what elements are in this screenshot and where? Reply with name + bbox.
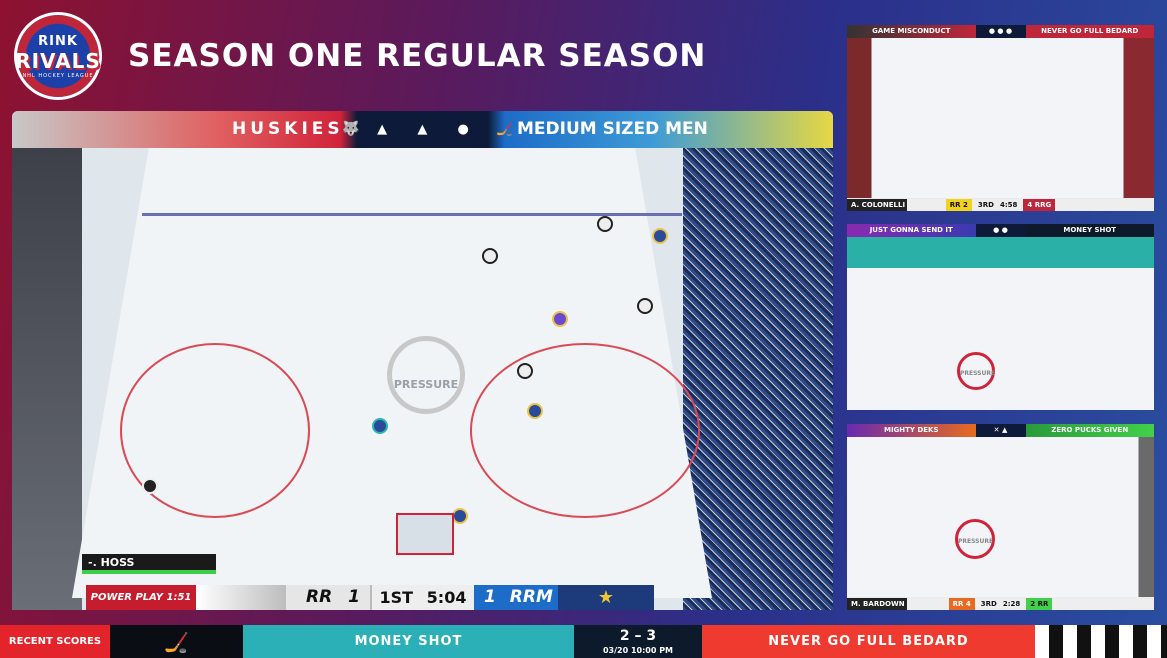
side-game-1-home-score-block: RR 2 [945, 199, 972, 211]
player [652, 228, 668, 244]
period: 1ST [379, 588, 414, 607]
away-team-name: MEDIUM SIZED MEN [517, 119, 708, 139]
player-tag: -. HOSS [82, 554, 216, 574]
side-game-2-away: MONEY SHOT [1025, 224, 1154, 237]
game-clock: 5:04 [426, 588, 467, 607]
side-game-3-bar: MIGHTY DEKS ✕ ▲ ZERO PUCKS GIVEN [847, 424, 1154, 437]
side-game-3-home: MIGHTY DEKS [847, 424, 976, 437]
home-abbr: RR [306, 587, 333, 607]
ticker-score: 2 – 3 [619, 628, 657, 644]
blue-line [142, 213, 682, 216]
side-game-2-pressure: PRESSURE [957, 352, 995, 390]
player [517, 363, 533, 379]
side-game-1-center: ● ● ● [975, 25, 1026, 38]
side-game-3-rink [847, 437, 1154, 597]
player [482, 248, 498, 264]
player [372, 418, 388, 434]
hockey-player-icon: 🏒 [496, 121, 514, 137]
side-game-1-rink [847, 38, 1154, 198]
side-game-2-home: JUST GONNA SEND IT [847, 224, 976, 237]
side-game-3-away-score: 2 [1030, 600, 1036, 608]
side-game-1-home: GAME MISCONDUCT [847, 25, 976, 38]
home-team-name: HUSKIES [232, 119, 344, 139]
husky-icon: ▲ [417, 122, 428, 137]
side-game-1[interactable]: GAME MISCONDUCT ● ● ● NEVER GO FULL BEDA… [847, 25, 1154, 211]
side-game-3-player: M. BARDOWN [847, 598, 907, 610]
player [527, 403, 543, 419]
main-scorebug: POWER PLAY 1:51 RR 1 1ST 5:04 1 RRM ★ [86, 585, 654, 610]
side-game-3-away-score-block: 2 RR [1026, 598, 1053, 610]
side-game-3[interactable]: MIGHTY DEKS ✕ ▲ ZERO PUCKS GIVEN PRESSUR… [847, 424, 1154, 610]
ticker-team1: MONEY SHOT [243, 625, 574, 658]
recent-scores-ticker: RECENT SCORES 🏒 MONEY SHOT 2 – 3 03/20 1… [0, 625, 1167, 658]
ticker-team2: NEVER GO FULL BEDARD [702, 625, 1035, 658]
side-game-3-scorebug: M. BARDOWN RR 4 3RD 2:28 2 RR [847, 598, 1154, 610]
player [637, 298, 653, 314]
ticker-label: RECENT SCORES [0, 625, 110, 658]
side-game-1-clock: 4:58 [999, 201, 1018, 209]
period-clock: 1ST 5:04 [370, 585, 474, 610]
away-score-block: 1 RRM [474, 585, 558, 610]
side-game-2[interactable]: JUST GONNA SEND IT ● ● MONEY SHOT PRESSU… [847, 224, 1154, 410]
player [552, 311, 568, 327]
side-game-2-center: ● ● [975, 224, 1026, 237]
side-game-1-away: NEVER GO FULL BEDARD [1025, 25, 1154, 38]
league-logo: RINK RIVALS NHL HOCKEY LEAGUE [14, 12, 102, 100]
side-game-3-clock: 2:28 [1002, 600, 1021, 608]
star-icon: ★ [558, 585, 654, 610]
side-game-1-scorebug: A. COLONELLI RR 2 3RD 4:58 4 RRG [847, 199, 1154, 211]
faceoff-circle-right [470, 343, 700, 518]
side-game-3-away: ZERO PUCKS GIVEN [1025, 424, 1154, 437]
page-title: SEASON ONE REGULAR SEASON [128, 38, 707, 74]
side-game-3-home-abbr: RR [952, 600, 964, 608]
side-game-1-period: 3RD [977, 201, 994, 209]
ticker-datetime: 03/20 10:00 PM [602, 646, 674, 655]
side-game-1-away-score-block: 4 RRG [1023, 199, 1056, 211]
away-abbr: RRM [509, 587, 553, 607]
side-game-3-home-score: 4 [965, 600, 971, 608]
goalie [452, 508, 468, 524]
husky-icon: ▲ [377, 122, 388, 137]
side-game-3-period: 3RD [980, 600, 997, 608]
center-indicator: ▲ ▲ ● [362, 111, 484, 148]
crowd [683, 148, 833, 610]
main-game-panel[interactable]: HUSKIES 🐺 ▲ ▲ ● 🏒 MEDIUM SIZED MEN PRESS… [12, 111, 833, 610]
husky-icon: 🐺 [342, 121, 360, 137]
puck-dot-icon: ● [457, 122, 469, 137]
rink-view: PRESSURE [12, 148, 833, 610]
goal-net [396, 513, 454, 555]
arena-left [12, 148, 82, 610]
pressure-meter: PRESSURE [387, 336, 465, 414]
team2-mascot-image [1035, 625, 1167, 658]
player [597, 216, 613, 232]
home-team-logo [196, 585, 286, 610]
logo-top-text: RINK [38, 33, 78, 49]
side-game-1-home-score: 2 [963, 201, 968, 209]
side-game-3-center: ✕ ▲ [975, 424, 1026, 437]
ticker-score-block: 2 – 3 03/20 10:00 PM [574, 625, 702, 658]
side-game-1-away-abbr: RRG [1034, 201, 1052, 209]
logo-main-text: RIVALS [15, 48, 101, 73]
home-score-block: RR 1 [286, 585, 370, 610]
main-team-bar: HUSKIES 🐺 ▲ ▲ ● 🏒 MEDIUM SIZED MEN [12, 111, 833, 148]
side-game-3-pressure: PRESSURE [955, 519, 995, 559]
side-game-3-home-score-block: RR 4 [948, 598, 975, 610]
side-game-1-player: A. COLONELLI [847, 199, 907, 211]
home-score: 1 [348, 587, 360, 607]
side-game-1-bar: GAME MISCONDUCT ● ● ● NEVER GO FULL BEDA… [847, 25, 1154, 38]
side-game-1-home-abbr: RR [949, 201, 961, 209]
side-game-2-rink [847, 237, 1154, 410]
side-game-3-away-abbr: RR [1037, 600, 1049, 608]
pressure-label: PRESSURE [393, 378, 459, 391]
side-game-1-away-score: 4 [1027, 201, 1033, 209]
side-game-2-bar: JUST GONNA SEND IT ● ● MONEY SHOT [847, 224, 1154, 237]
away-score: 1 [484, 587, 496, 607]
logo-sub-text: NHL HOCKEY LEAGUE [22, 72, 94, 79]
team1-mascot-image: 🏒 [110, 625, 243, 658]
power-play-indicator: POWER PLAY 1:51 [86, 585, 196, 610]
referee [142, 478, 158, 494]
